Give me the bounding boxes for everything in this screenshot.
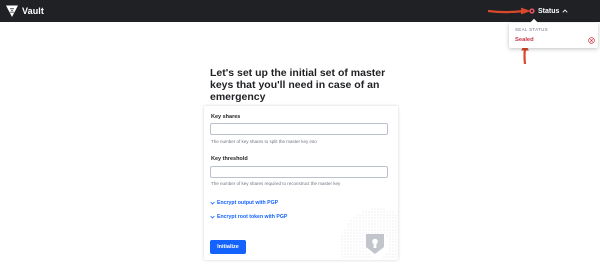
key-shares-help: The number of key shares to split the ma… (211, 139, 317, 144)
key-threshold-help: The number of key shares required to rec… (211, 181, 341, 186)
chevron-down-icon (210, 201, 215, 205)
key-threshold-label: Key threshold (211, 156, 248, 162)
seal-status-row: Sealed (515, 37, 595, 45)
key-shares-label: Key shares (211, 114, 241, 120)
shield-lock-icon (366, 234, 384, 254)
init-form-card: Key shares The number of key shares to s… (204, 106, 398, 260)
status-dropdown: SEAL STATUS Sealed (509, 23, 598, 48)
initialize-button[interactable]: Initialize (210, 240, 246, 254)
status-menu-button[interactable]: Status (529, 5, 568, 17)
seal-status-heading: SEAL STATUS (515, 27, 548, 32)
vault-logo-icon (6, 5, 18, 17)
key-threshold-input[interactable] (210, 166, 388, 178)
vault-logo[interactable]: Vault (5, 3, 44, 19)
app-name: Vault (22, 6, 45, 16)
encrypt-output-toggle[interactable]: Encrypt output with PGP (210, 200, 278, 206)
chevron-down-icon (210, 215, 215, 219)
encrypt-root-token-toggle[interactable]: Encrypt root token with PGP (210, 214, 287, 220)
page-title: Let's set up the initial set of master k… (210, 67, 386, 103)
annotation-arrow-right (488, 7, 531, 15)
x-circle-icon (588, 37, 595, 44)
seal-status-value: Sealed (515, 37, 534, 43)
status-label: Status (538, 7, 560, 15)
key-shares-input[interactable] (210, 123, 388, 135)
encrypt-output-label: Encrypt output with PGP (217, 200, 279, 206)
encrypt-root-token-label: Encrypt root token with PGP (217, 214, 288, 220)
chevron-up-icon (562, 9, 568, 13)
